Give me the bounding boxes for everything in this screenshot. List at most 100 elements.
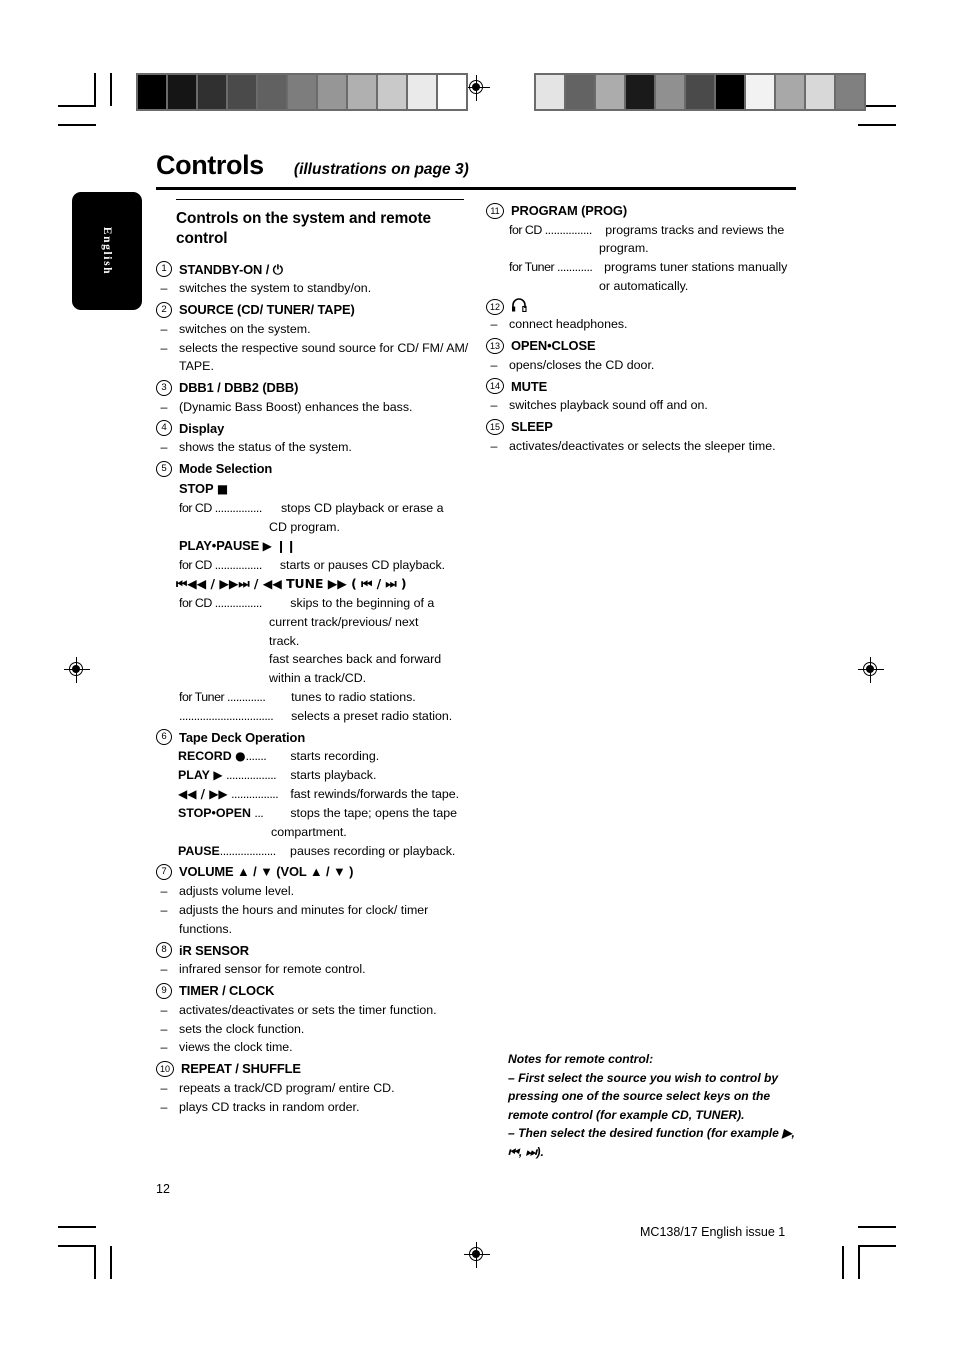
tape-label: PAUSE — [178, 843, 220, 858]
entry-number: 1 — [156, 261, 172, 278]
dash-bullet: – — [160, 962, 168, 977]
step-wedge-patch — [806, 75, 834, 109]
step-wedge-patch — [716, 75, 744, 109]
step-wedge-patch — [288, 75, 316, 109]
tape-label: PLAY — [178, 768, 210, 783]
leader-dots: ................... — [219, 843, 276, 858]
mode-playpause-block: PLAY•PAUSE ▶ ❙❙ for CD ................ … — [179, 536, 474, 575]
definition-row: for Tuner ............. tunes to radio s… — [179, 688, 477, 707]
entry-title: OPEN•CLOSE — [511, 338, 596, 354]
definition-key: for CD ................ — [179, 595, 262, 610]
entry-title: STANDBY-ON / ⏻ — [179, 261, 283, 277]
step-wedge-patch — [348, 75, 376, 109]
crop-mark-bottom-right-h2 — [858, 1245, 896, 1247]
definition-key: for Tuner ............ — [509, 260, 593, 275]
tape-deck-block: RECORD ●....... starts recording. PLAY ▶… — [178, 747, 474, 860]
page-title-main: Controls — [156, 150, 264, 180]
crop-mark-bottom-left-bleed — [110, 1246, 112, 1279]
entry-number: 13 — [486, 337, 504, 354]
step-wedge-patch — [438, 75, 466, 109]
dash-bullet: – — [160, 1021, 168, 1036]
definition-continuation: track. — [269, 633, 300, 648]
dash-bullet: – — [160, 1040, 168, 1055]
step-wedge-patch — [318, 75, 346, 109]
sub-title: STOP — [179, 480, 214, 496]
crop-mark-top-left-v — [94, 73, 96, 107]
control-entry-8: 8 iR SENSOR — [156, 941, 474, 961]
dash-bullet: – — [160, 902, 168, 917]
section-divider — [176, 199, 464, 201]
dash-bullet: – — [160, 440, 168, 455]
entry-detail: – activates/deactivates or selects the sl… — [486, 437, 806, 456]
control-entry-4: 4 Display — [156, 419, 474, 439]
entry-title: TIMER / CLOCK — [179, 983, 275, 999]
detail-text: sets the clock function. — [179, 1021, 305, 1036]
detail-text: switches playback sound off and on. — [509, 398, 708, 413]
entry-detail: – connect headphones. — [486, 315, 806, 334]
dash-bullet: – — [490, 357, 498, 372]
definition-value: stops the tape; opens the tape — [290, 805, 458, 820]
definition-key: RECORD ●....... — [178, 747, 290, 766]
detail-text: (Dynamic Bass Boost) enhances the bass. — [179, 399, 413, 414]
detail-text: selects the respective sound source for … — [179, 340, 469, 374]
control-entry-13: 13 OPEN•CLOSE — [486, 336, 806, 356]
definition-row: for CD ................ programs tracks … — [509, 221, 806, 240]
entry-title: SOURCE (CD/ TUNER/ TAPE) — [179, 302, 355, 318]
definition-row: for CD ................ skips to the beg… — [179, 594, 477, 613]
crop-mark-bottom-left-v — [94, 1245, 96, 1279]
entry-number: 2 — [156, 301, 172, 318]
definition-continuation: fast searches back and forward — [269, 652, 442, 667]
step-wedge-patch — [198, 75, 226, 109]
step-wedge-patch — [168, 75, 196, 109]
definition-key: PLAY ▶ ................. — [178, 766, 290, 785]
definition-continuation: program. — [599, 241, 649, 256]
control-entry-14: 14 MUTE — [486, 377, 806, 397]
definition-continuation: current track/previous/ next — [269, 614, 419, 629]
entry-title: PROGRAM (PROG) — [511, 203, 628, 218]
step-wedge-patch — [258, 75, 286, 109]
entry-detail: – sets the clock function. — [156, 1020, 474, 1039]
headphones-glyph — [512, 298, 527, 313]
detail-text: views the clock time. — [179, 1040, 293, 1055]
step-wedge-patch — [746, 75, 774, 109]
control-entry-7: 7 VOLUME ▲ / ▼ (VOL ▲ / ▼ ) — [156, 862, 474, 882]
registration-mark-left — [64, 657, 90, 683]
definition-row: ................................ selects… — [179, 707, 477, 726]
definition-value: starts recording. — [290, 749, 380, 764]
detail-text: opens/closes the CD door. — [509, 357, 655, 372]
definition-value: fast rewinds/forwards the tape. — [290, 787, 460, 802]
tape-definition-table: PAUSE................... pauses recordin… — [178, 842, 474, 861]
right-column: 11 PROGRAM (PROG) for CD ...............… — [486, 199, 806, 456]
entry-number: 15 — [486, 418, 504, 435]
language-tab: English — [72, 192, 142, 310]
dash-bullet: – — [160, 1099, 168, 1114]
tape-label: STOP•OPEN — [178, 805, 251, 820]
dash-bullet: – — [160, 340, 168, 355]
detail-text: switches on the system. — [179, 321, 311, 336]
entry-number: 6 — [156, 729, 172, 746]
dash-bullet: – — [160, 1080, 168, 1095]
crop-mark-top-left-bleed — [110, 73, 112, 106]
play-pause-icon: ▶ ❙❙ — [262, 539, 297, 554]
definition-value: programs tuner stations manually — [604, 260, 788, 275]
headphones-icon — [511, 298, 527, 315]
step-wedge-patch — [776, 75, 804, 109]
entry-title: MUTE — [511, 378, 548, 394]
definition-table: for CD ................ skips to the beg… — [179, 594, 477, 613]
crop-mark-top-right-h — [858, 124, 896, 126]
definition-key: ................................ — [179, 708, 274, 723]
language-tab-label: English — [101, 226, 113, 276]
record-icon: ● — [235, 749, 246, 764]
control-entry-9: 9 TIMER / CLOCK — [156, 981, 474, 1001]
definition-continuation: CD program. — [269, 519, 340, 534]
definition-value: selects a preset radio station. — [291, 708, 453, 723]
step-wedge-patch — [378, 75, 406, 109]
entry-detail: – infrared sensor for remote control. — [156, 960, 474, 979]
entry-detail: – switches playback sound off and on. — [486, 396, 806, 415]
definition-key: for CD ................ — [509, 222, 592, 237]
leader-dots: ... — [254, 805, 264, 820]
entry-title: iR SENSOR — [179, 942, 250, 958]
entry-number: 9 — [156, 982, 172, 999]
entry-number: 11 — [486, 202, 504, 219]
page-number: 12 — [156, 1182, 170, 1196]
